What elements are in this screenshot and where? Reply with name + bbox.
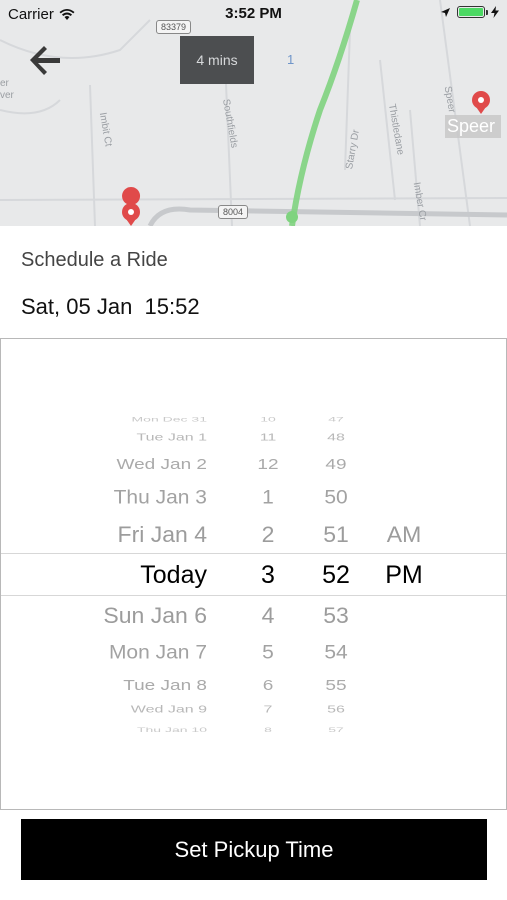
- picker-hour-option[interactable]: 6: [238, 677, 298, 692]
- picker-minute-option[interactable]: 55: [306, 677, 366, 692]
- picker-selection-top-line: [1, 553, 506, 554]
- picker-date-option[interactable]: Fri Jan 4: [21, 522, 207, 545]
- selected-datetime: Sat, 05 Jan 15:52: [21, 294, 200, 319]
- schedule-ride-screen: er ver Imbit Ct Southfields Starry Dr Th…: [0, 0, 507, 900]
- date-time-picker[interactable]: Mon Dec 31 10 47 Tue Jan 1 11 48 Wed Jan 2 12 49…: [0, 338, 507, 810]
- picker-minute-option[interactable]: 50: [306, 487, 366, 506]
- location-arrow-icon: [441, 7, 450, 17]
- status-right-group: [440, 6, 499, 18]
- picker-hour-option[interactable]: 1: [238, 487, 298, 506]
- place-label: Speer: [445, 115, 502, 138]
- map-roads: [0, 0, 507, 226]
- picker-hour-option[interactable]: 12: [238, 456, 298, 471]
- status-time: 3:52 PM: [225, 5, 282, 22]
- battery-icon: [457, 6, 488, 18]
- picker-minute-option[interactable]: 57: [306, 727, 366, 733]
- picker-hour-option[interactable]: 5: [238, 642, 298, 661]
- battery-level: [459, 8, 483, 16]
- status-bar: Carrier 3:52 PM: [0, 0, 507, 28]
- map-badge-number: 1: [287, 52, 295, 67]
- map-edge-label: er: [0, 78, 9, 89]
- back-arrow-icon: [30, 46, 60, 75]
- picker-date-option[interactable]: Mon Dec 31: [21, 416, 207, 422]
- picker-minute-option[interactable]: 56: [306, 704, 366, 715]
- set-pickup-time-button[interactable]: Set Pickup Time: [21, 819, 487, 880]
- map-edge-label: ver: [0, 90, 14, 101]
- picker-selection-bottom-line: [1, 595, 506, 596]
- picker-ampm-option[interactable]: AM: [374, 522, 434, 545]
- picker-date-option[interactable]: Sun Jan 6: [21, 603, 207, 626]
- route-shield: 8004: [218, 205, 249, 219]
- picker-hour-option[interactable]: 4: [238, 603, 298, 626]
- picker-minute-option[interactable]: 53: [306, 603, 366, 626]
- map-view[interactable]: er ver Imbit Ct Southfields Starry Dr Th…: [0, 0, 507, 226]
- picker-minute-option[interactable]: 54: [306, 642, 366, 661]
- picker-date-option[interactable]: Thu Jan 3: [21, 487, 207, 506]
- picker-ampm-option[interactable]: PM: [374, 562, 434, 588]
- picker-date-option[interactable]: Thu Jan 10: [21, 727, 207, 733]
- picker-minute-option[interactable]: 52: [306, 562, 366, 588]
- picker-hour-option[interactable]: 10: [238, 416, 298, 422]
- picker-minute-option[interactable]: 47: [306, 416, 366, 422]
- eta-badge: 4 mins: [180, 36, 254, 84]
- picker-date-option[interactable]: Wed Jan 9: [21, 704, 207, 715]
- back-button[interactable]: [26, 42, 66, 78]
- picker-hour-option[interactable]: 8: [238, 727, 298, 733]
- picker-minute-option[interactable]: 49: [306, 456, 366, 471]
- charging-bolt-icon: [491, 6, 499, 18]
- eta-label: 4 mins: [196, 52, 238, 68]
- picker-date-option[interactable]: Tue Jan 8: [21, 677, 207, 692]
- picker-minute-option[interactable]: 51: [306, 522, 366, 545]
- picker-hour-option[interactable]: 2: [238, 522, 298, 545]
- picker-date-option[interactable]: Mon Jan 7: [21, 642, 207, 661]
- picker-date-option[interactable]: Tue Jan 1: [21, 432, 207, 443]
- picker-minute-option[interactable]: 48: [306, 432, 366, 443]
- picker-date-option[interactable]: Today: [21, 562, 207, 588]
- schedule-title: Schedule a Ride: [21, 249, 168, 271]
- picker-hour-option[interactable]: 7: [238, 704, 298, 715]
- picker-hour-option[interactable]: 11: [238, 432, 298, 443]
- picker-date-option[interactable]: Wed Jan 2: [21, 456, 207, 471]
- picker-hour-option[interactable]: 3: [238, 562, 298, 588]
